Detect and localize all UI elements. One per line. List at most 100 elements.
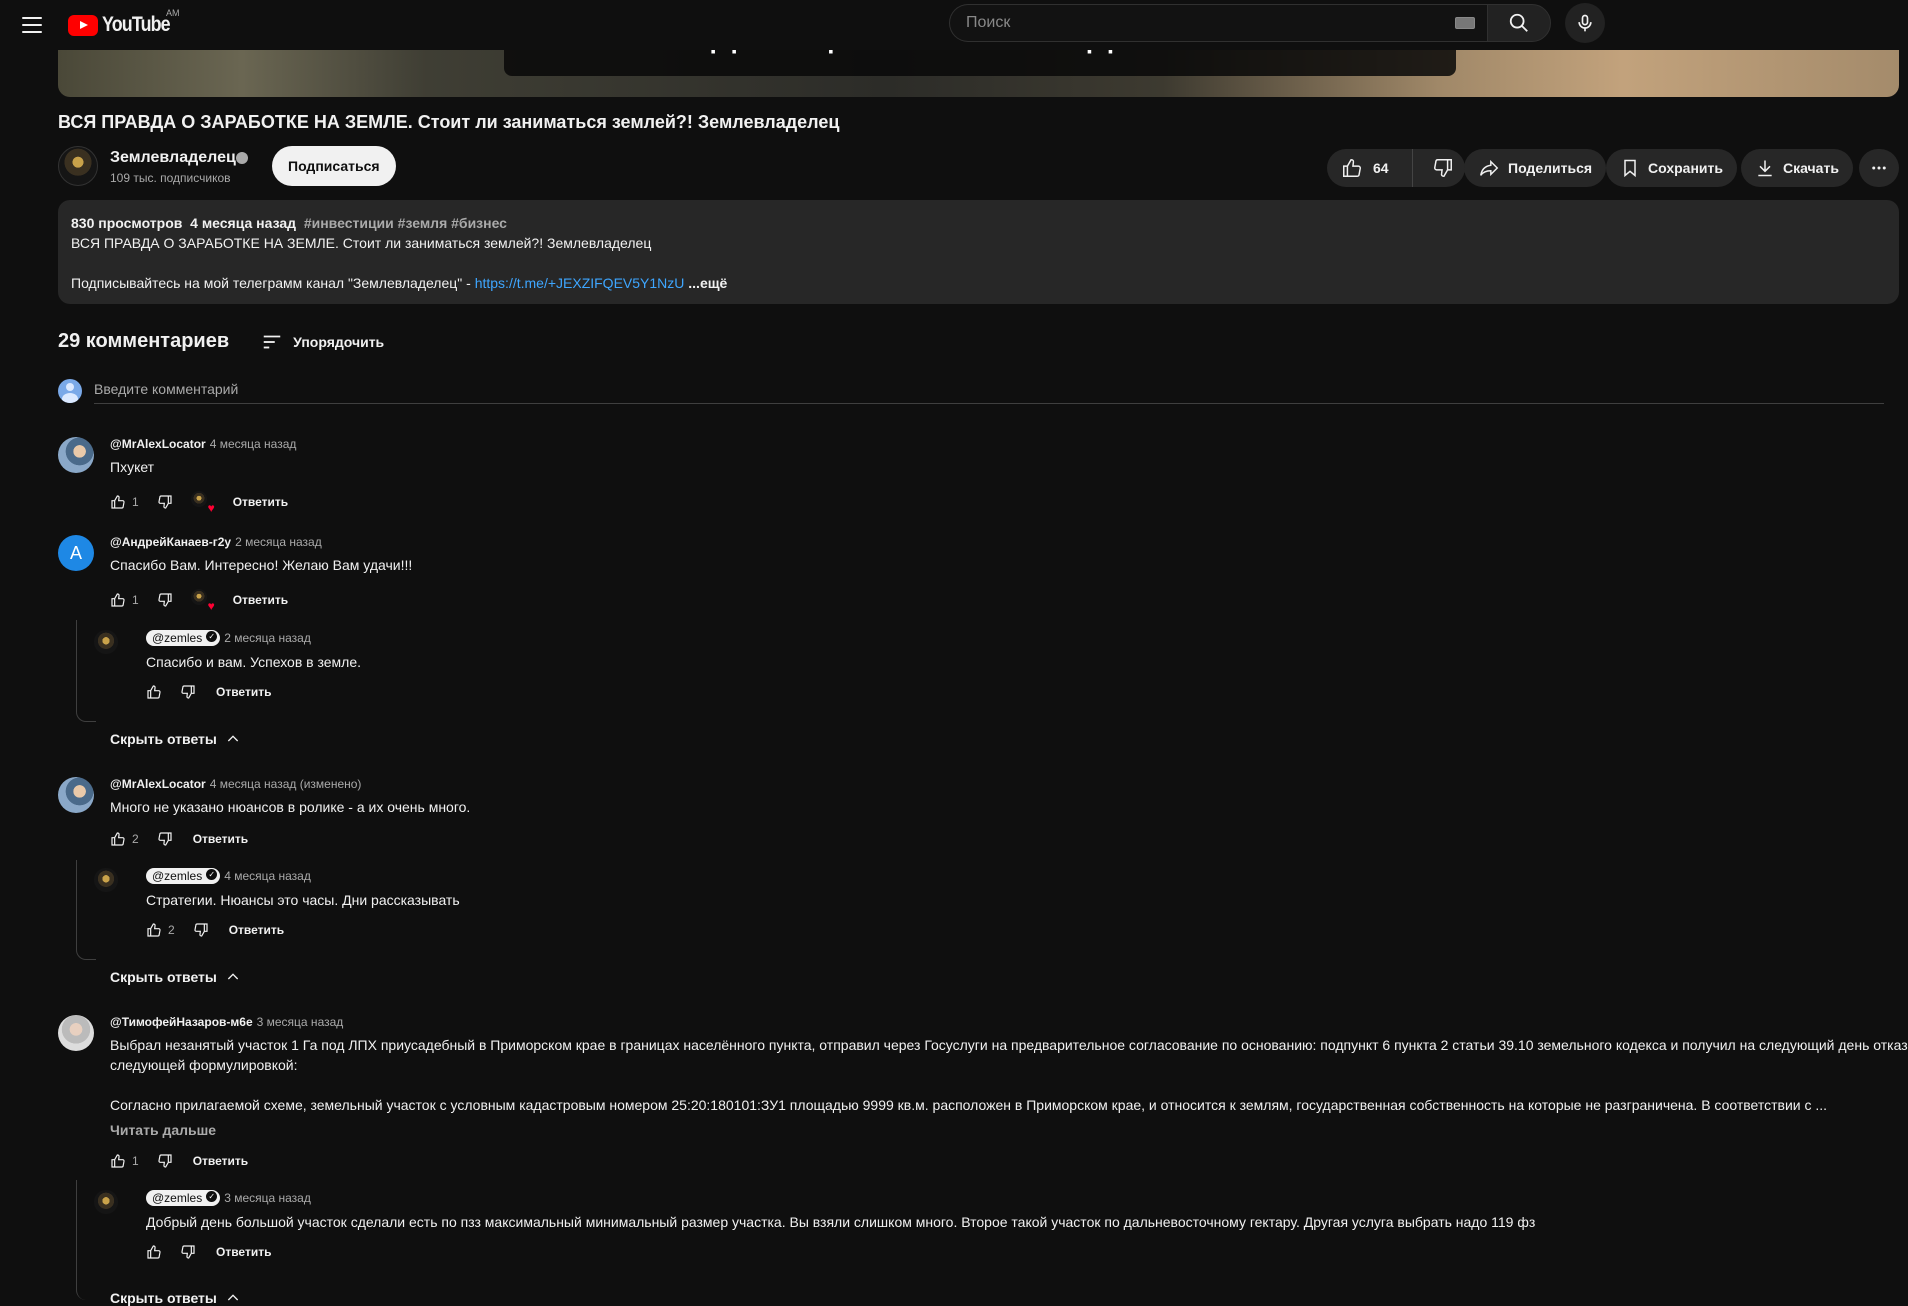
comment-like-count: 1 xyxy=(132,593,139,607)
thumbs-up-icon[interactable] xyxy=(110,592,126,608)
reply-avatar[interactable] xyxy=(94,1190,118,1214)
reply-button[interactable]: Ответить xyxy=(229,923,284,937)
like-button[interactable]: 64 xyxy=(1327,149,1413,187)
reply-comment: @zemles4 месяца назад Стратегии. Нюансы … xyxy=(94,868,1874,948)
add-comment-row xyxy=(58,378,1884,404)
read-more-button[interactable]: Читать дальше xyxy=(110,1122,216,1138)
thread-line xyxy=(76,620,96,722)
search-button[interactable] xyxy=(1487,4,1551,42)
comment-text: Спасибо Вам. Интересно! Желаю Вам удачи!… xyxy=(110,557,413,573)
reply-avatar[interactable] xyxy=(94,630,118,654)
show-more-button[interactable]: ...ещё xyxy=(688,275,727,291)
thread-line xyxy=(76,860,96,960)
thumbs-down-icon xyxy=(1434,159,1452,177)
comment-time[interactable]: 3 месяца назад xyxy=(257,1015,344,1029)
reply-button[interactable]: Ответить xyxy=(193,832,248,846)
reply-text: Стратегии. Нюансы это часы. Дни рассказы… xyxy=(146,892,460,908)
reply-button[interactable]: Ответить xyxy=(233,495,288,509)
comment-thread: @ТимофейНазаров-м6е 3 месяца назад Выбрал… xyxy=(58,1015,1908,1175)
comment-author[interactable]: @MrAlexLocator xyxy=(110,437,206,451)
reply-like-count: 2 xyxy=(168,923,175,937)
comment-avatar[interactable] xyxy=(58,437,94,473)
reply-author[interactable]: @zemles xyxy=(146,630,221,646)
thumbs-up-icon[interactable] xyxy=(146,1244,162,1260)
reply-button[interactable]: Ответить xyxy=(193,1154,248,1168)
comments-header: 29 комментариев Упорядочить xyxy=(58,330,384,353)
comment-text: Пхукет xyxy=(110,459,155,475)
comment-time[interactable]: 4 месяца назад (изменено) xyxy=(210,777,362,791)
search-box xyxy=(949,4,1487,42)
save-button[interactable]: Сохранить xyxy=(1606,149,1737,187)
thumbs-up-icon[interactable] xyxy=(110,831,126,847)
region-code: AM xyxy=(166,8,180,18)
bookmark-icon xyxy=(1624,159,1636,178)
search-icon xyxy=(1509,13,1528,32)
comments-count: 29 комментариев xyxy=(58,330,230,352)
dislike-button[interactable] xyxy=(1421,149,1465,187)
hide-replies-button[interactable]: Скрыть ответы xyxy=(110,969,241,985)
comment-time[interactable]: 2 месяца назад xyxy=(235,535,322,549)
thumbs-up-icon[interactable] xyxy=(146,922,162,938)
reply-author[interactable]: @zemles xyxy=(146,868,221,884)
share-button[interactable]: Поделиться xyxy=(1464,149,1607,187)
upload-date: 4 месяца назад xyxy=(190,215,297,231)
hide-replies-button[interactable]: Скрыть ответы xyxy=(110,1290,241,1306)
user-avatar xyxy=(58,379,82,403)
keyboard-icon[interactable] xyxy=(1455,17,1475,29)
thumbs-down-icon[interactable] xyxy=(157,831,173,847)
subscriber-count: 109 тыс. подписчиков xyxy=(110,171,231,185)
comment-time[interactable]: 4 месяца назад xyxy=(210,437,297,451)
comment-input[interactable] xyxy=(94,378,1884,404)
subscribe-button[interactable]: Подписаться xyxy=(272,146,396,186)
reply-time[interactable]: 4 месяца назад xyxy=(224,869,311,883)
comment-author[interactable]: @АндрейКанаев-г2у xyxy=(110,535,231,549)
voice-search-button[interactable] xyxy=(1565,3,1605,43)
youtube-logo[interactable]: YouTube AM xyxy=(68,8,182,37)
reply-time[interactable]: 2 месяца назад xyxy=(224,631,311,645)
comment-avatar[interactable]: А xyxy=(58,535,94,571)
comment-like-count: 1 xyxy=(132,1154,139,1168)
thumbs-down-icon[interactable] xyxy=(180,684,196,700)
chevron-up-icon xyxy=(227,973,239,980)
search-bar xyxy=(949,3,1605,43)
comment-text: Выбрал незанятый участок 1 Га под ЛПХ пр… xyxy=(110,1037,1908,1073)
hide-replies-button[interactable]: Скрыть ответы xyxy=(110,731,241,747)
thumbs-down-icon[interactable] xyxy=(180,1244,196,1260)
reply-button[interactable]: Ответить xyxy=(216,1245,271,1259)
channel-name[interactable]: Землевладелец xyxy=(110,149,236,167)
description-line-1: ВСЯ ПРАВДА О ЗАРАБОТКЕ НА ЗЕМЛЕ. Стоит л… xyxy=(71,235,652,251)
comment-avatar[interactable] xyxy=(58,777,94,813)
like-dislike-group: 64 xyxy=(1327,149,1465,187)
reply-avatar[interactable] xyxy=(94,868,118,892)
sort-comments-button[interactable]: Упорядочить xyxy=(261,331,384,353)
reply-time[interactable]: 3 месяца назад xyxy=(224,1191,311,1205)
comment-author[interactable]: @ТимофейНазаров-м6е xyxy=(110,1015,253,1029)
reply-button[interactable]: Ответить xyxy=(233,593,288,607)
reply-actions: Ответить xyxy=(146,684,271,700)
telegram-link[interactable]: https://t.me/+JEXZIFQEV5Y1NzU xyxy=(475,275,685,291)
comment-actions: 2 Ответить xyxy=(110,831,248,847)
thumbs-up-icon[interactable] xyxy=(110,494,126,510)
comment-author[interactable]: @MrAlexLocator xyxy=(110,777,206,791)
thumbs-down-icon[interactable] xyxy=(157,592,173,608)
chevron-up-icon xyxy=(227,735,239,742)
hashtags[interactable]: #инвестиции #земля #бизнес xyxy=(304,215,507,231)
download-button[interactable]: Скачать xyxy=(1741,149,1853,187)
microphone-icon xyxy=(1578,14,1592,32)
video-description[interactable]: 830 просмотров 4 месяца назад #инвестици… xyxy=(58,200,1899,304)
thumbs-down-icon[interactable] xyxy=(157,1153,173,1169)
share-icon xyxy=(1480,159,1499,177)
reply-button[interactable]: Ответить xyxy=(216,685,271,699)
channel-avatar[interactable] xyxy=(58,146,98,186)
reply-author[interactable]: @zemles xyxy=(146,1190,221,1206)
thumbs-down-icon[interactable] xyxy=(157,494,173,510)
search-input[interactable] xyxy=(966,14,1426,32)
comment-text-continued: Согласно прилагаемой схеме, земельный уч… xyxy=(110,1097,1828,1113)
thumbs-up-icon[interactable] xyxy=(110,1153,126,1169)
more-actions-button[interactable] xyxy=(1859,149,1899,187)
thumbs-down-icon[interactable] xyxy=(193,922,209,938)
thumbs-up-icon[interactable] xyxy=(146,684,162,700)
menu-icon[interactable] xyxy=(22,17,42,33)
comment-avatar[interactable] xyxy=(58,1015,94,1051)
like-count: 64 xyxy=(1373,160,1389,176)
